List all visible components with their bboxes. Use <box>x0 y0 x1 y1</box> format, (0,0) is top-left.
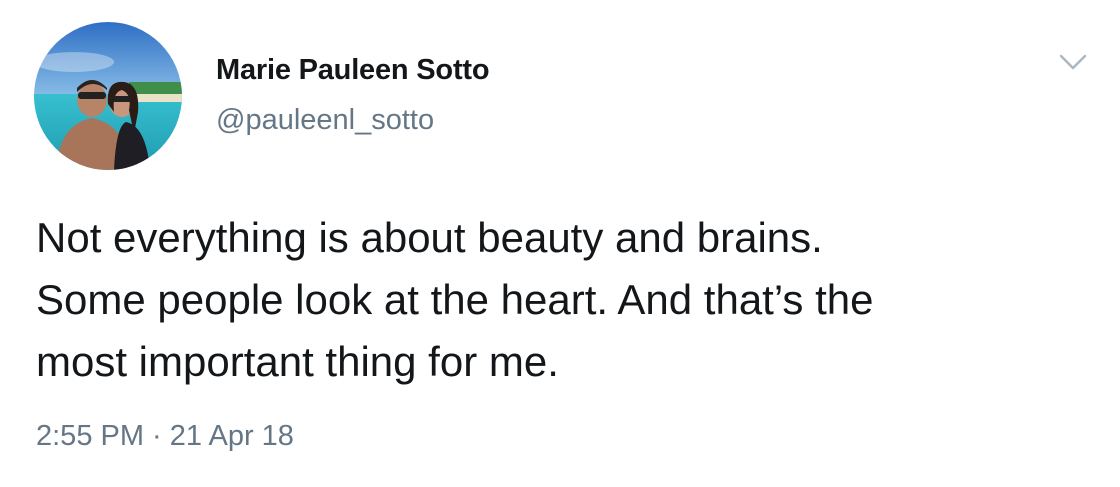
tweet-text: Not everything is about beauty and brain… <box>36 214 874 385</box>
author-handle[interactable]: @pauleenl_sotto <box>216 104 434 137</box>
avatar-photo <box>34 22 182 170</box>
author-display-name[interactable]: Marie Pauleen Sotto <box>216 54 490 87</box>
tweet-timestamp[interactable]: 2:55 PM · 21 Apr 18 <box>36 420 294 453</box>
avatar[interactable] <box>34 22 182 170</box>
chevron-down-icon[interactable] <box>1057 50 1089 74</box>
tweet-card: Marie Pauleen Sotto @pauleenl_sotto Not … <box>0 0 1120 487</box>
